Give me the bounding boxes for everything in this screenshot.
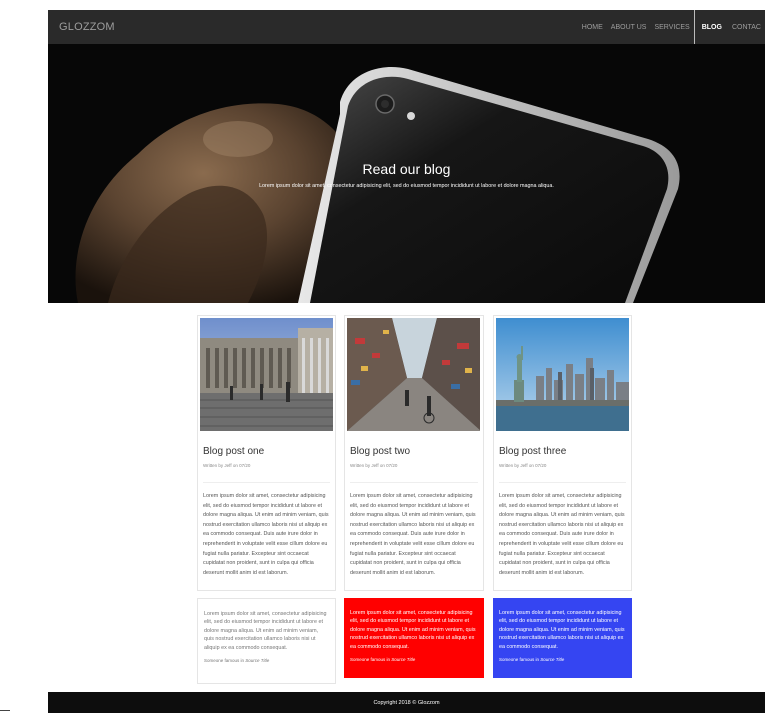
- divider: [203, 482, 330, 483]
- quote-source: Source Title: [540, 657, 565, 663]
- blockquote: Lorem ipsum dolor sit amet, consectetur …: [344, 598, 484, 678]
- quote-footer: Someone famous in Source Title: [499, 656, 626, 664]
- footer: Copyright 2018 © Glozzom: [48, 692, 765, 713]
- brand-logo[interactable]: GLOZZOM: [59, 21, 115, 33]
- divider: [350, 482, 478, 483]
- hero-banner: Read our blog Lorem ipsum dolor sit amet…: [48, 44, 765, 303]
- quote-footer: Someone famous in Source Title: [204, 657, 329, 665]
- blockquote: Lorem ipsum dolor sit amet, consectetur …: [197, 598, 336, 684]
- nav-menu: HOME ABOUT US SERVICES BLOG CONTAC: [578, 10, 765, 44]
- hero-text: Read our blog Lorem ipsum dolor sit amet…: [48, 161, 765, 189]
- copyright-text: Copyright 2018 © Glozzom: [373, 699, 440, 706]
- quote-text: Lorem ipsum dolor sit amet, consectetur …: [204, 611, 327, 651]
- city-street-image: [347, 318, 480, 431]
- hero-title: Read our blog: [362, 161, 451, 177]
- navbar: GLOZZOM HOME ABOUT US SERVICES BLOG CONT…: [48, 10, 765, 44]
- blog-post-title[interactable]: Blog post one: [203, 446, 264, 457]
- blog-post-meta: Written by Jeff on 07/20: [350, 463, 398, 468]
- nav-item-about-us[interactable]: ABOUT US: [607, 10, 651, 44]
- quote-text: Lorem ipsum dolor sit amet, consectetur …: [350, 610, 476, 650]
- blog-post-body: Lorem ipsum dolor sit amet, consectetur …: [203, 493, 329, 576]
- blog-card: Blog post two Written by Jeff on 07/20 L…: [344, 315, 484, 591]
- blog-post-body: Lorem ipsum dolor sit amet, consectetur …: [350, 493, 476, 576]
- blog-post-title[interactable]: Blog post two: [350, 446, 410, 457]
- page-corner-mark: [0, 710, 10, 711]
- page: GLOZZOM HOME ABOUT US SERVICES BLOG CONT…: [0, 0, 765, 713]
- nav-item-services[interactable]: SERVICES: [650, 10, 693, 44]
- divider: [499, 482, 626, 483]
- quote-footer-text: Someone famous in: [204, 658, 245, 664]
- blog-post-image[interactable]: [496, 318, 629, 431]
- blog-post-title[interactable]: Blog post three: [499, 446, 566, 457]
- nav-item-blog[interactable]: BLOG: [693, 10, 728, 44]
- blog-post-body: Lorem ipsum dolor sit amet, consectetur …: [499, 493, 625, 576]
- blog-post-image[interactable]: [347, 318, 480, 431]
- blog-post-meta: Written by Jeff on 07/20: [499, 463, 547, 468]
- quote-source: Source Title: [391, 657, 416, 663]
- nav-item-home[interactable]: HOME: [578, 10, 607, 44]
- blog-post-image[interactable]: [200, 318, 333, 431]
- blog-card: Blog post one Written by Jeff on 07/20 L…: [197, 315, 336, 591]
- nav-item-contact[interactable]: CONTAC: [728, 10, 765, 44]
- building-courtyard-image: [200, 318, 333, 431]
- blog-card: Blog post three Written by Jeff on 07/20…: [493, 315, 632, 591]
- blockquote: Lorem ipsum dolor sit amet, consectetur …: [493, 598, 632, 678]
- quote-source: Source Title: [245, 658, 270, 664]
- statue-of-liberty-skyline-image: [496, 318, 629, 431]
- quote-footer-text: Someone famous in: [499, 657, 540, 663]
- blog-post-meta: Written by Jeff on 07/20: [203, 463, 251, 468]
- quote-footer: Someone famous in Source Title: [350, 656, 478, 664]
- quote-footer-text: Someone famous in: [350, 657, 391, 663]
- quote-text: Lorem ipsum dolor sit amet, consectetur …: [499, 610, 625, 650]
- hero-subtitle: Lorem ipsum dolor sit amet, consectetur …: [259, 183, 554, 189]
